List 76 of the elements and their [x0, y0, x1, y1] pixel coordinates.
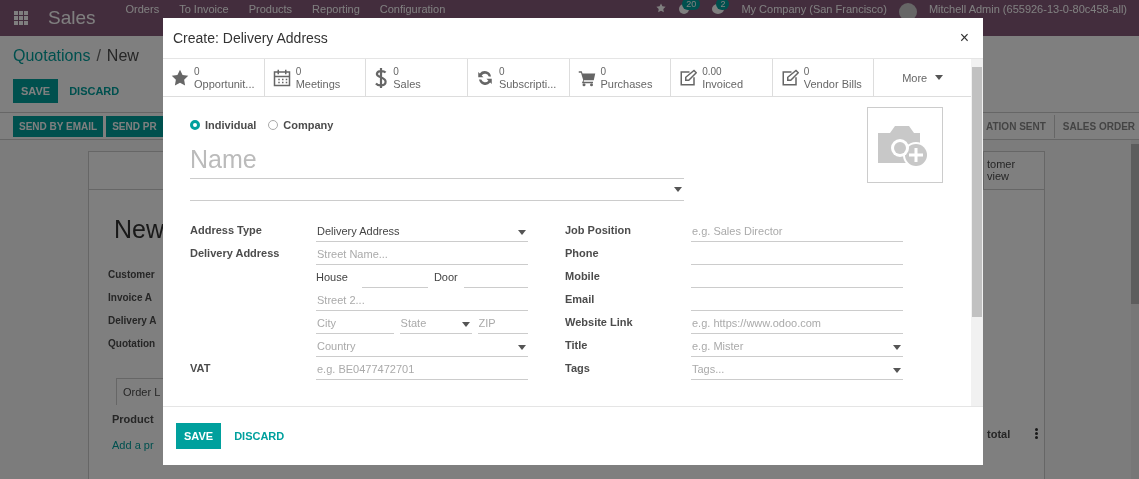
menu-item[interactable]: To Invoice — [179, 3, 229, 15]
select-field[interactable]: Delivery Address — [316, 224, 528, 242]
caret-icon — [893, 345, 901, 350]
dialog-title: Create: Delivery Address — [173, 30, 328, 46]
image-upload[interactable] — [867, 107, 943, 183]
dollar-icon — [374, 66, 389, 89]
select-field[interactable]: e.g. Mister — [691, 339, 903, 357]
field-label: Phone — [565, 247, 600, 261]
column-header: Product — [111, 413, 154, 425]
status-button[interactable]: SEND PR — [106, 115, 163, 137]
app-title[interactable]: Sales — [48, 7, 96, 29]
field-label: Delivery A — [108, 315, 157, 328]
input-field[interactable]: e.g. https://www.odoo.com — [691, 316, 903, 334]
field-label: Customer — [108, 269, 155, 282]
field-label: House — [316, 270, 348, 283]
field-label: Title — [565, 339, 589, 353]
field-label: Address Type — [190, 224, 263, 238]
stage-step[interactable]: SALES ORDER — [1054, 114, 1136, 138]
caret-icon — [518, 230, 526, 235]
discard-button[interactable]: DISCARD — [234, 430, 285, 442]
input-field[interactable]: City — [316, 316, 394, 334]
menu-item[interactable]: Configuration — [379, 3, 446, 15]
input-field[interactable]: Street Name... — [316, 247, 528, 265]
field-label: Job Position — [565, 224, 632, 238]
caret-icon — [674, 187, 682, 192]
caret-icon — [935, 75, 944, 80]
count-badge: 2 — [716, 0, 730, 10]
menu-item[interactable]: Reporting — [312, 3, 360, 15]
pencil-square-icon — [780, 68, 799, 87]
breadcrumb-separator: / — [96, 47, 101, 65]
record-title: New — [114, 215, 164, 244]
user-menu[interactable]: Mitchell Admin (655926-13-0-80c458-all) — [928, 3, 1127, 15]
count-badge: 20 — [682, 0, 701, 10]
options-icon[interactable] — [1035, 428, 1038, 439]
breadcrumb-current: New — [106, 47, 139, 65]
add-line-link[interactable]: Add a pr — [108, 439, 154, 451]
calendar-icon — [272, 68, 291, 87]
star-icon[interactable] — [656, 3, 667, 13]
field-label: Mobile — [565, 270, 601, 284]
close-button[interactable]: × — [959, 29, 969, 47]
field-label: Email — [565, 293, 596, 307]
cart-icon — [577, 68, 596, 87]
column-header: total — [987, 428, 1011, 440]
discard-button[interactable]: DISCARD — [69, 85, 120, 97]
status-button[interactable]: SEND BY EMAIL — [13, 115, 104, 137]
field-label: Website Link — [565, 316, 634, 330]
star-icon — [171, 68, 189, 87]
radio-option[interactable]: Company — [268, 119, 334, 131]
stage-step[interactable]: ATION SENT — [986, 114, 1055, 138]
caret-icon — [518, 345, 526, 350]
scrollbar[interactable] — [1131, 140, 1139, 479]
input-field[interactable]: e.g. Sales Director — [691, 224, 903, 242]
save-button[interactable]: SAVE — [176, 423, 222, 449]
save-button[interactable]: SAVE — [13, 79, 59, 103]
company-switcher[interactable]: My Company (San Francisco) — [741, 3, 887, 15]
field-label: Quotation — [108, 338, 156, 351]
radio-option[interactable]: Individual — [190, 119, 257, 131]
breadcrumb-link[interactable]: Quotations — [13, 47, 91, 65]
input-field[interactable]: Street 2... — [316, 293, 528, 311]
refresh-icon — [475, 68, 494, 87]
input-field[interactable]: ZIP — [477, 316, 528, 334]
field-label: Tags — [565, 362, 591, 376]
select-field[interactable]: Tags... — [691, 362, 903, 380]
caret-icon — [461, 322, 470, 327]
pencil-square-icon — [679, 68, 698, 87]
apps-grid-icon[interactable] — [14, 11, 28, 25]
field-label: Delivery Address — [190, 247, 281, 261]
input-field[interactable]: e.g. BE0477472701 — [316, 362, 528, 380]
menu-item[interactable]: Orders — [125, 3, 160, 15]
field-label: Invoice A — [108, 292, 153, 305]
menu-item[interactable]: Products — [248, 3, 293, 15]
select-field[interactable]: Country — [316, 339, 528, 357]
field-label: VAT — [190, 362, 212, 376]
field-label: Door — [433, 270, 458, 283]
scrollbar[interactable] — [971, 59, 983, 406]
caret-icon — [893, 368, 901, 373]
